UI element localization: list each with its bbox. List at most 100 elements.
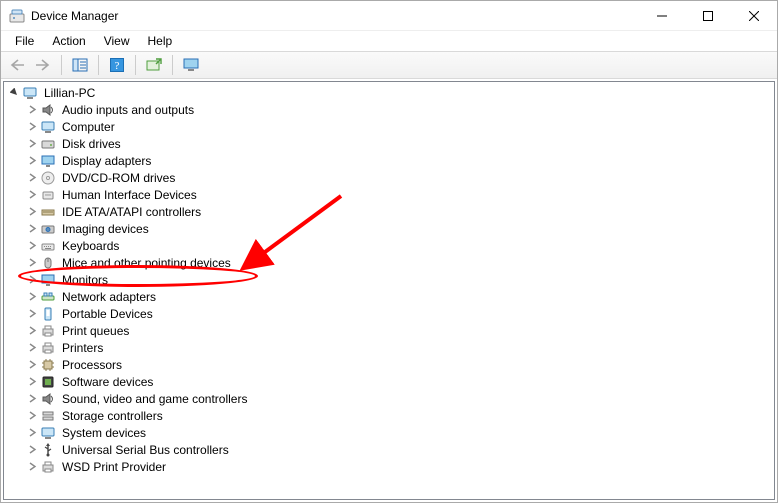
tree-item[interactable]: Printers [4,339,774,356]
expand-collapse-icon[interactable] [26,393,38,405]
tree-item[interactable]: Sound, video and game controllers [4,390,774,407]
usb-icon [40,442,56,458]
dvd-icon [40,170,56,186]
monitor-icon [40,272,56,288]
expand-collapse-icon[interactable] [26,427,38,439]
expand-collapse-icon[interactable] [26,104,38,116]
expand-collapse-icon[interactable] [26,223,38,235]
tree-item-label: Display adapters [60,154,153,168]
tree-item-label: Storage controllers [60,409,165,423]
toolbar-separator [135,55,136,75]
expand-collapse-icon[interactable] [26,155,38,167]
tree-item[interactable]: DVD/CD-ROM drives [4,169,774,186]
app-icon [9,8,25,24]
tree-item[interactable]: Audio inputs and outputs [4,101,774,118]
expand-collapse-icon[interactable] [26,308,38,320]
system-icon [40,425,56,441]
device-tree-pane[interactable]: Lillian-PC Audio inputs and outputsComput… [3,81,775,500]
tree-item[interactable]: Software devices [4,373,774,390]
portable-icon [40,306,56,322]
tree-item[interactable]: Keyboards [4,237,774,254]
tree-item[interactable]: Imaging devices [4,220,774,237]
tree-root-label: Lillian-PC [42,86,97,100]
expand-collapse-icon[interactable] [26,138,38,150]
menubar: File Action View Help [1,31,777,51]
tree-root[interactable]: Lillian-PC [4,84,774,101]
titlebar: Device Manager [1,1,777,31]
tree-item[interactable]: Human Interface Devices [4,186,774,203]
tree-item[interactable]: IDE ATA/ATAPI controllers [4,203,774,220]
tree-item-label: System devices [60,426,148,440]
expand-collapse-icon[interactable] [26,121,38,133]
show-hide-tree-button[interactable] [68,54,92,76]
ide-icon [40,204,56,220]
scan-hardware-button[interactable] [142,54,166,76]
monitor-icon-button[interactable] [179,54,203,76]
forward-button[interactable] [31,54,55,76]
tree-item[interactable]: Display adapters [4,152,774,169]
tree-item-label: Audio inputs and outputs [60,103,196,117]
expand-collapse-icon[interactable] [26,410,38,422]
hid-icon [40,187,56,203]
expand-collapse-icon[interactable] [26,274,38,286]
menu-help[interactable]: Help [140,33,181,49]
minimize-button[interactable] [639,1,685,31]
expand-collapse-icon[interactable] [26,291,38,303]
expand-collapse-icon[interactable] [26,257,38,269]
tree-item-label: Portable Devices [60,307,155,321]
tree-item-label: Mice and other pointing devices [60,256,233,270]
back-button[interactable] [5,54,29,76]
mouse-icon [40,255,56,271]
tree-item[interactable]: Storage controllers [4,407,774,424]
expand-collapse-icon[interactable] [26,376,38,388]
expand-collapse-icon[interactable] [26,240,38,252]
toolbar: ? [1,51,777,79]
tree-item-label: Processors [60,358,124,372]
svg-text:?: ? [115,60,120,72]
printer-icon [40,340,56,356]
close-button[interactable] [731,1,777,31]
expand-collapse-icon[interactable] [26,206,38,218]
tree-item-label: Imaging devices [60,222,151,236]
tree-item[interactable]: Processors [4,356,774,373]
computer-icon [22,85,38,101]
toolbar-separator [61,55,62,75]
tree-item-label: Software devices [60,375,155,389]
tree-item-label: Human Interface Devices [60,188,199,202]
expand-collapse-icon[interactable] [26,342,38,354]
storage-icon [40,408,56,424]
computer-icon [40,119,56,135]
menu-action[interactable]: Action [44,33,93,49]
tree-item[interactable]: Disk drives [4,135,774,152]
menu-view[interactable]: View [96,33,138,49]
expand-collapse-icon[interactable] [8,87,20,99]
tree-item[interactable]: Universal Serial Bus controllers [4,441,774,458]
expand-collapse-icon[interactable] [26,461,38,473]
help-button[interactable]: ? [105,54,129,76]
tree-item[interactable]: Network adapters [4,288,774,305]
menu-file[interactable]: File [7,33,42,49]
tree-item[interactable]: Portable Devices [4,305,774,322]
tree-item[interactable]: Print queues [4,322,774,339]
expand-collapse-icon[interactable] [26,444,38,456]
tree-item[interactable]: WSD Print Provider [4,458,774,475]
tree-item-label: Monitors [60,273,110,287]
expand-collapse-icon[interactable] [26,325,38,337]
expand-collapse-icon[interactable] [26,172,38,184]
tree-item[interactable]: Computer [4,118,774,135]
tree-item[interactable]: Mice and other pointing devices [4,254,774,271]
printq-icon [40,323,56,339]
tree-item[interactable]: Monitors [4,271,774,288]
disk-icon [40,136,56,152]
imaging-icon [40,221,56,237]
cpu-icon [40,357,56,373]
expand-collapse-icon[interactable] [26,359,38,371]
maximize-button[interactable] [685,1,731,31]
toolbar-separator [172,55,173,75]
expand-collapse-icon[interactable] [26,189,38,201]
tree-item-label: IDE ATA/ATAPI controllers [60,205,203,219]
network-icon [40,289,56,305]
tree-item-label: Disk drives [60,137,123,151]
tree-item[interactable]: System devices [4,424,774,441]
tree-item-label: Keyboards [60,239,121,253]
